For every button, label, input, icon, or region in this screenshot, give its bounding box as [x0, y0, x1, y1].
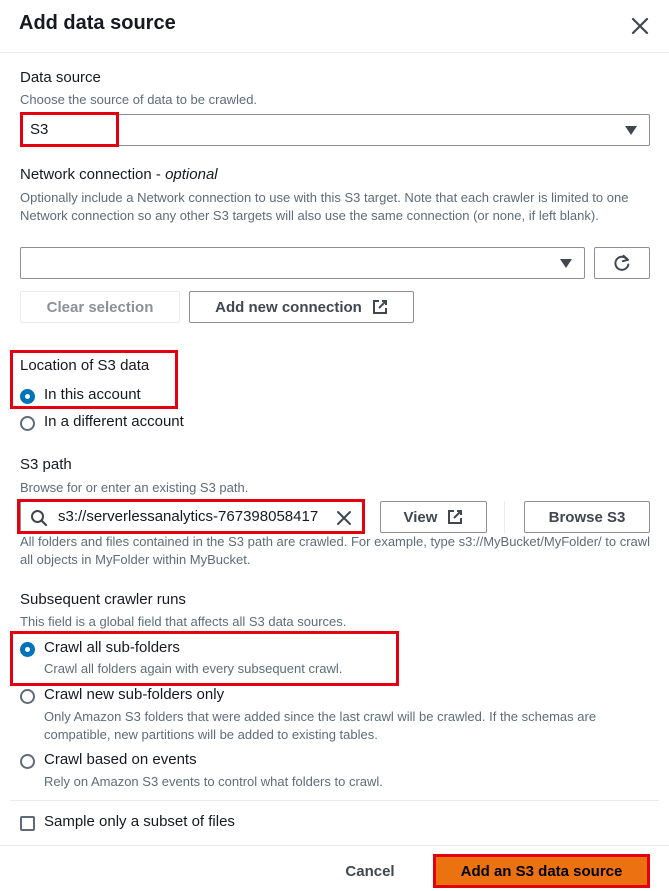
external-link-icon	[448, 510, 463, 524]
refresh-button[interactable]	[594, 247, 650, 279]
browse-s3-button[interactable]: Browse S3	[524, 501, 650, 533]
option-crawl-new-description: Only Amazon S3 folders that were added s…	[44, 709, 597, 742]
clear-selection-label: Clear selection	[46, 298, 154, 316]
view-button[interactable]: View	[380, 501, 487, 533]
option-in-different-account: In a different account	[44, 413, 184, 430]
data-source-label: Data source	[20, 69, 101, 86]
external-link-icon	[372, 300, 387, 314]
network-label-text: Network connection	[20, 166, 152, 183]
sample-subset-checkbox[interactable]	[20, 816, 35, 831]
browse-s3-label: Browse S3	[548, 508, 626, 526]
network-connection-description: Optionally include a Network connection …	[20, 190, 629, 223]
divider	[504, 501, 505, 533]
close-icon[interactable]	[628, 14, 652, 38]
location-label: Location of S3 data	[20, 357, 150, 374]
add-connection-label: Add new connection	[215, 298, 362, 316]
clear-selection-button[interactable]: Clear selection	[20, 291, 180, 323]
footer-divider	[0, 845, 669, 846]
option-in-this-account: In this account	[44, 386, 141, 403]
radio-crawl-new[interactable]	[20, 689, 35, 704]
view-label: View	[403, 508, 438, 526]
dialog-title: Add data source	[19, 12, 176, 34]
network-connection-label: Network connection - optional	[20, 166, 218, 183]
s3-path-label: S3 path	[20, 456, 72, 473]
subsequent-runs-label: Subsequent crawler runs	[20, 591, 186, 608]
data-source-select[interactable]: S3	[20, 114, 650, 146]
divider	[10, 800, 659, 801]
option-crawl-all-description: Crawl all folders again with every subse…	[44, 661, 343, 676]
s3-path-hint: All folders and files contained in the S…	[20, 534, 651, 567]
option-crawl-events-description: Rely on Amazon S3 events to control what…	[44, 774, 383, 789]
refresh-icon	[614, 254, 630, 271]
dialog-header: Add data source	[0, 0, 669, 53]
add-s3-data-source-button[interactable]: Add an S3 data source	[433, 854, 650, 888]
cancel-button[interactable]: Cancel	[330, 857, 410, 885]
option-crawl-all: Crawl all sub-folders	[44, 639, 180, 656]
radio-in-different-account[interactable]	[20, 416, 35, 431]
network-connection-select[interactable]	[20, 247, 585, 279]
radio-crawl-events[interactable]	[20, 754, 35, 769]
radio-in-this-account[interactable]	[20, 389, 35, 404]
radio-crawl-all[interactable]	[20, 642, 35, 657]
network-label-sep: -	[151, 166, 166, 183]
caret-down-icon	[560, 259, 572, 268]
subsequent-runs-description: This field is a global field that affect…	[20, 614, 347, 629]
sample-subset-label: Sample only a subset of files	[44, 813, 235, 830]
s3-path-input[interactable]: s3://serverlessanalytics-767398058417	[20, 501, 363, 533]
option-crawl-new: Crawl new sub-folders only	[44, 686, 225, 703]
option-crawl-events: Crawl based on events	[44, 751, 197, 768]
s3-path-description: Browse for or enter an existing S3 path.	[20, 480, 249, 495]
data-source-description: Choose the source of data to be crawled.	[20, 92, 258, 107]
add-new-connection-button[interactable]: Add new connection	[189, 291, 414, 323]
s3-path-value: s3://serverlessanalytics-767398058417	[58, 508, 319, 525]
data-source-value: S3	[30, 121, 49, 138]
network-optional-text: optional	[165, 166, 218, 183]
search-icon	[31, 510, 48, 527]
clear-icon[interactable]	[335, 509, 353, 527]
caret-down-icon	[625, 126, 637, 135]
